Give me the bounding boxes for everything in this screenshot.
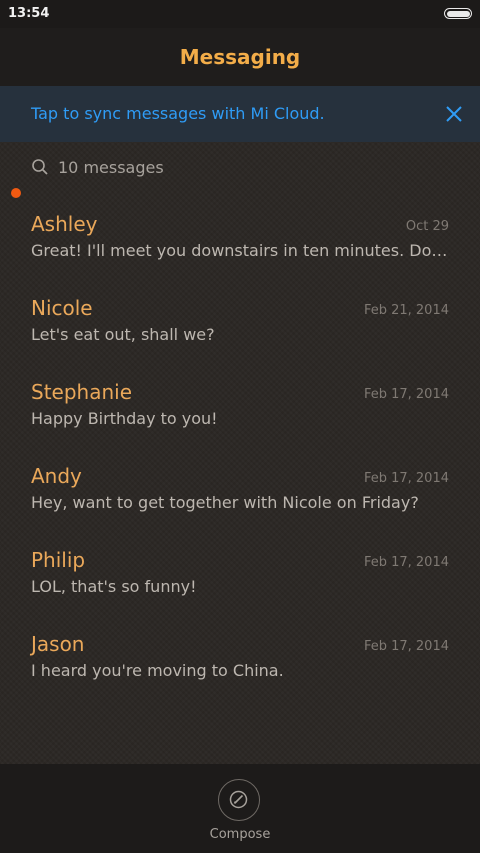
contact-name: Ashley — [31, 212, 98, 236]
conversation-item[interactable]: Stephanie Feb 17, 2014 Happy Birthday to… — [0, 368, 480, 452]
conversation-item[interactable]: Ashley Oct 29 Great! I'll meet you downs… — [0, 200, 480, 284]
conversation-item[interactable]: Philip Feb 17, 2014 LOL, that's so funny… — [0, 536, 480, 620]
compose-button[interactable] — [218, 779, 260, 821]
battery-icon — [444, 8, 472, 19]
unread-indicator — [11, 188, 21, 198]
compose-label: Compose — [209, 827, 271, 842]
contact-name: Andy — [31, 464, 82, 488]
contact-name: Nicole — [31, 296, 93, 320]
conversation-item[interactable]: Jason Feb 17, 2014 I heard you're moving… — [0, 620, 480, 704]
messaging-screen: 13:54 Messaging Tap to sync messages wit… — [0, 0, 480, 853]
message-preview: Let's eat out, shall we? — [31, 325, 215, 344]
search-icon — [32, 159, 48, 175]
message-preview: LOL, that's so funny! — [31, 577, 197, 596]
message-date: Oct 29 — [405, 219, 449, 234]
message-date: Feb 17, 2014 — [363, 387, 449, 402]
message-date: Feb 17, 2014 — [363, 471, 449, 486]
conversation-list: Ashley Oct 29 Great! I'll meet you downs… — [0, 200, 480, 704]
page-title: Messaging — [179, 45, 301, 69]
message-preview: Hey, want to get together with Nicole on… — [31, 493, 419, 512]
status-bar: 13:54 — [0, 0, 480, 28]
contact-name: Jason — [31, 632, 85, 656]
conversation-item[interactable]: Nicole Feb 21, 2014 Let's eat out, shall… — [0, 284, 480, 368]
search-bar[interactable]: 10 messages — [0, 150, 480, 186]
message-preview: I heard you're moving to China. — [31, 661, 284, 680]
message-date: Feb 21, 2014 — [363, 303, 449, 318]
bottom-bar: Compose — [0, 764, 480, 853]
message-date: Feb 17, 2014 — [363, 555, 449, 570]
close-icon[interactable] — [442, 102, 466, 126]
sync-banner[interactable]: Tap to sync messages with Mi Cloud. — [0, 86, 480, 142]
message-preview: Great! I'll meet you downstairs in ten m… — [31, 241, 449, 260]
contact-name: Stephanie — [31, 380, 133, 404]
pencil-circle-icon — [229, 790, 248, 809]
status-time: 13:54 — [8, 6, 50, 21]
contact-name: Philip — [31, 548, 86, 572]
message-count: 10 messages — [58, 158, 164, 177]
message-preview: Happy Birthday to you! — [31, 409, 218, 428]
sync-banner-text[interactable]: Tap to sync messages with Mi Cloud. — [31, 104, 325, 123]
title-bar: Messaging — [0, 28, 480, 86]
message-date: Feb 17, 2014 — [363, 639, 449, 654]
conversation-item[interactable]: Andy Feb 17, 2014 Hey, want to get toget… — [0, 452, 480, 536]
